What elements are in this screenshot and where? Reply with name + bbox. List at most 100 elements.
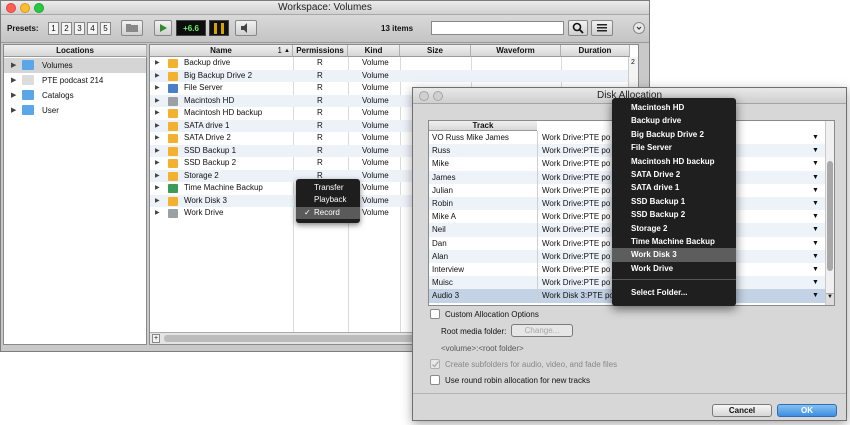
volume-option[interactable]: Macintosh HD	[612, 101, 736, 114]
track-location[interactable]: Work Disk 3:PTE po	[542, 289, 614, 302]
play-preview-button[interactable]	[154, 20, 172, 36]
cancel-button[interactable]: Cancel	[712, 404, 772, 417]
preset-3-button[interactable]: 3	[74, 22, 85, 35]
disclosure-triangle-icon[interactable]: ▶	[155, 182, 160, 195]
disclosure-triangle-icon[interactable]: ▶	[11, 103, 16, 118]
track-location[interactable]: Work Drive:PTE po	[542, 263, 610, 276]
volume-context-menu: Transfer Playback ✓ Record	[296, 179, 360, 223]
locations-header[interactable]: Locations	[4, 45, 147, 57]
track-location[interactable]: Work Drive:PTE po	[542, 237, 610, 250]
ok-button[interactable]: OK	[777, 404, 837, 417]
chevron-down-icon[interactable]: ▼	[812, 144, 819, 157]
disclosure-triangle-icon[interactable]: ▶	[155, 132, 160, 145]
file-row[interactable]: ▶ Backup drive R Volume	[150, 57, 628, 70]
track-location[interactable]: Work Drive:PTE po	[542, 171, 610, 184]
select-folder-item[interactable]: Select Folder...	[612, 286, 736, 299]
track-location[interactable]: Work Drive:PTE po	[542, 223, 610, 236]
search-field[interactable]	[431, 21, 564, 35]
chevron-down-icon[interactable]: ▼	[812, 263, 819, 276]
preset-4-button[interactable]: 4	[87, 22, 98, 35]
disclosure-triangle-icon[interactable]: ▶	[155, 120, 160, 133]
volume-option[interactable]: Time Machine Backup	[612, 235, 736, 248]
location-item[interactable]: ▶ PTE podcast 214	[4, 73, 146, 88]
volume-option[interactable]: Work Drive	[612, 262, 736, 275]
track-location[interactable]: Work Drive:PTE po	[542, 144, 610, 157]
disclosure-triangle-icon[interactable]: ▶	[155, 170, 160, 183]
location-item[interactable]: ▶ User	[4, 103, 146, 118]
preset-2-button[interactable]: 2	[61, 22, 72, 35]
disclosure-triangle-icon[interactable]: ▶	[11, 58, 16, 73]
track-location[interactable]: Work Drive:PTE po	[542, 197, 610, 210]
change-button[interactable]: Change...	[511, 324, 573, 337]
menu-item-transfer[interactable]: Transfer	[296, 182, 360, 194]
chevron-down-icon[interactable]: ▼	[812, 131, 819, 144]
track-column-header[interactable]: Track	[429, 121, 537, 131]
kind-column-header[interactable]: Kind	[348, 45, 400, 57]
chevron-down-icon[interactable]: ▼	[812, 210, 819, 223]
custom-allocation-checkbox[interactable]	[430, 309, 440, 319]
volume-option[interactable]: Big Backup Drive 2	[612, 128, 736, 141]
track-location[interactable]: Work Drive:PTE po	[542, 276, 610, 289]
folder-button[interactable]	[121, 20, 143, 36]
disclosure-triangle-icon[interactable]: ▶	[155, 82, 160, 95]
location-item[interactable]: ▶ Volumes	[4, 58, 146, 73]
view-options-button[interactable]	[591, 20, 613, 36]
chevron-down-icon[interactable]: ▼	[812, 223, 819, 236]
chevron-down-icon[interactable]: ▼	[812, 157, 819, 170]
audition-path-button[interactable]	[235, 20, 257, 36]
create-subfolders-checkbox[interactable]	[430, 359, 440, 369]
search-button[interactable]	[568, 20, 588, 36]
permissions-column-header[interactable]: Permissions	[293, 45, 348, 57]
disclosure-triangle-icon[interactable]: ▶	[155, 157, 160, 170]
file-row[interactable]: ▶ Big Backup Drive 2 R Volume	[150, 69, 628, 83]
track-location[interactable]: Work Drive:PTE po	[542, 250, 610, 263]
chevron-down-icon[interactable]: ▼	[812, 289, 819, 302]
table-scroll-thumb[interactable]	[827, 161, 833, 271]
disclosure-triangle-icon[interactable]: ▶	[155, 70, 160, 83]
duration-column-header[interactable]: Duration	[561, 45, 630, 57]
volume-option[interactable]: File Server	[612, 141, 736, 154]
preset-5-button[interactable]: 5	[100, 22, 111, 35]
chevron-down-icon[interactable]: ▼	[812, 276, 819, 289]
volume-option[interactable]: Work Disk 3	[612, 248, 736, 262]
chevron-down-icon[interactable]: ▼	[812, 171, 819, 184]
disclosure-triangle-icon[interactable]: ▶	[155, 57, 160, 70]
root-media-folder-label: Root media folder:	[441, 327, 507, 336]
scroll-down-icon[interactable]: ▼	[826, 293, 834, 305]
add-column-button[interactable]: +	[152, 334, 160, 343]
name-column-header[interactable]: Name 1 ▲	[150, 45, 293, 57]
volume-option[interactable]: SSD Backup 2	[612, 208, 736, 221]
disclosure-triangle-icon[interactable]: ▶	[11, 88, 16, 103]
track-location[interactable]: Work Drive:PTE po	[542, 131, 610, 144]
chevron-down-icon[interactable]: ▼	[812, 237, 819, 250]
column-divider	[537, 236, 538, 250]
volume-option[interactable]: Backup drive	[612, 114, 736, 127]
volume-option[interactable]: SSD Backup 1	[612, 195, 736, 208]
volume-option[interactable]: SATA Drive 2	[612, 168, 736, 181]
menu-item-playback[interactable]: Playback	[296, 194, 360, 206]
disclosure-triangle-icon[interactable]: ▶	[155, 145, 160, 158]
location-item[interactable]: ▶ Catalogs	[4, 88, 146, 103]
preview-gain-display[interactable]: +6.6	[176, 20, 206, 36]
menu-dropdown-button[interactable]	[633, 22, 645, 34]
chevron-down-icon[interactable]: ▼	[812, 184, 819, 197]
round-robin-checkbox[interactable]	[430, 375, 440, 385]
track-location[interactable]: Work Drive:PTE po	[542, 210, 610, 223]
volume-option[interactable]: Macintosh HD backup	[612, 155, 736, 168]
chevron-down-icon[interactable]: ▼	[812, 197, 819, 210]
disclosure-triangle-icon[interactable]: ▶	[155, 195, 160, 208]
disclosure-triangle-icon[interactable]: ▶	[155, 107, 160, 120]
table-scrollbar[interactable]: ▼	[825, 121, 834, 305]
disclosure-triangle-icon[interactable]: ▶	[11, 73, 16, 88]
volume-option[interactable]: SATA drive 1	[612, 181, 736, 194]
chevron-down-icon[interactable]: ▼	[812, 250, 819, 263]
volume-option[interactable]: Storage 2	[612, 222, 736, 235]
size-column-header[interactable]: Size	[400, 45, 471, 57]
disclosure-triangle-icon[interactable]: ▶	[155, 95, 160, 108]
preset-1-button[interactable]: 1	[48, 22, 59, 35]
track-location[interactable]: Work Drive:PTE po	[542, 184, 610, 197]
track-location[interactable]: Work Drive:PTE po	[542, 157, 610, 170]
waveform-column-header[interactable]: Waveform	[471, 45, 561, 57]
menu-item-record[interactable]: ✓ Record	[296, 207, 360, 219]
disclosure-triangle-icon[interactable]: ▶	[155, 207, 160, 220]
